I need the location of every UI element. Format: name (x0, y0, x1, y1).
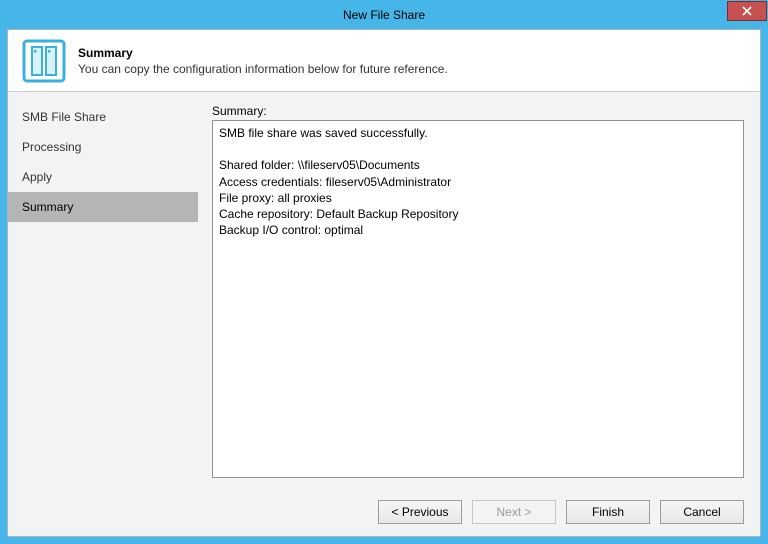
page-title: Summary (78, 46, 448, 60)
close-icon (742, 6, 752, 16)
previous-button[interactable]: < Previous (378, 500, 462, 524)
file-share-icon (22, 39, 66, 83)
wizard-header: Summary You can copy the configuration i… (8, 30, 760, 92)
summary-label: Summary: (212, 104, 744, 118)
dialog-window: New File Share Summary You can copy (0, 0, 768, 544)
cancel-button[interactable]: Cancel (660, 500, 744, 524)
step-smb-file-share[interactable]: SMB File Share (8, 102, 198, 132)
step-label: SMB File Share (22, 110, 106, 124)
window-title: New File Share (1, 8, 767, 22)
step-label: Summary (22, 200, 73, 214)
step-label: Processing (22, 140, 81, 154)
wizard-footer: < Previous Next > Finish Cancel (8, 488, 760, 536)
close-button[interactable] (727, 1, 767, 21)
wizard-steps: SMB File Share Processing Apply Summary (8, 92, 198, 488)
wizard-header-text: Summary You can copy the configuration i… (78, 46, 448, 76)
step-label: Apply (22, 170, 52, 184)
page-subtitle: You can copy the configuration informati… (78, 62, 448, 76)
next-button: Next > (472, 500, 556, 524)
titlebar[interactable]: New File Share (1, 1, 767, 29)
step-summary[interactable]: Summary (8, 192, 198, 222)
step-apply[interactable]: Apply (8, 162, 198, 192)
wizard-content: Summary: SMB file share was saved succes… (198, 92, 760, 488)
wizard-body: SMB File Share Processing Apply Summary … (8, 92, 760, 488)
finish-button[interactable]: Finish (566, 500, 650, 524)
client-area: Summary You can copy the configuration i… (7, 29, 761, 537)
step-processing[interactable]: Processing (8, 132, 198, 162)
summary-textbox[interactable]: SMB file share was saved successfully. S… (212, 120, 744, 478)
